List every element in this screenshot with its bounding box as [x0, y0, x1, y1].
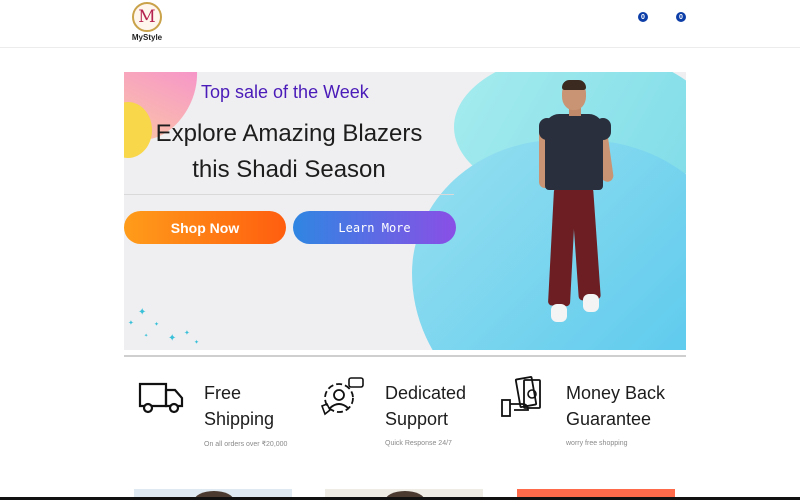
hero-kicker: Top sale of the Week: [201, 82, 369, 102]
support-agent-icon: [320, 377, 364, 416]
shop-now-button[interactable]: Shop Now: [124, 211, 286, 244]
hero-title-line: Explore Amazing Blazers: [155, 120, 423, 147]
learn-more-button[interactable]: Learn More: [293, 211, 456, 244]
sparkle-icon: ✦: [184, 329, 190, 337]
divider: [124, 194, 454, 195]
sparkle-icon: ✦: [168, 333, 177, 344]
feature-free-shipping: Free Shipping On all orders over ₹20,000: [138, 372, 319, 456]
wishlist-count-badge[interactable]: 0: [638, 12, 648, 22]
logo-text: MyStyle: [131, 33, 163, 42]
sparkle-icon: ✦: [128, 319, 134, 327]
sparkle-icon: ✦: [138, 307, 147, 318]
hero-banner: Top sale of the Week Explore Amazing Bla…: [124, 72, 686, 350]
cart-count-badge[interactable]: 0: [676, 12, 686, 22]
feature-title: Money Back Guarantee: [566, 383, 666, 429]
truck-icon: [138, 382, 184, 414]
money-hand-icon: [501, 376, 541, 417]
site-header: M MyStyle 0 0: [0, 0, 800, 48]
hero-title: Explore Amazing Blazers this Shadi Seaso…: [124, 116, 454, 188]
feature-subtitle: worry free shopping: [566, 440, 628, 447]
sparkle-icon: ✦: [144, 333, 149, 339]
feature-money-back: Money Back Guarantee worry free shopping: [500, 372, 681, 456]
sparkle-icon: ✦: [194, 339, 200, 346]
logo-emblem: M: [132, 2, 162, 32]
feature-title: Free Shipping: [204, 383, 275, 429]
hero-title-line: this Shadi Season: [192, 156, 386, 183]
feature-title: Dedicated Support: [385, 383, 467, 429]
model-photo: [539, 80, 617, 332]
section-divider: [124, 355, 686, 357]
feature-dedicated-support: Dedicated Support Quick Response 24/7: [319, 372, 500, 456]
site-logo[interactable]: M MyStyle: [128, 2, 166, 46]
sparkle-icon: ✦: [154, 321, 160, 328]
